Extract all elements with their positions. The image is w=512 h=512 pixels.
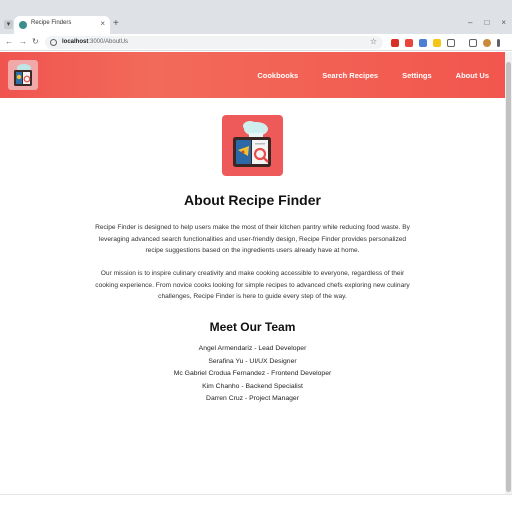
close-window-button[interactable]: × [501, 18, 506, 27]
url-host: localhost [62, 39, 89, 45]
team-member: Serafina Yu - UI/UX Designer [208, 357, 297, 365]
close-tab-icon[interactable]: × [100, 19, 105, 29]
team-title: Meet Our Team [209, 320, 296, 334]
download-icon[interactable] [469, 39, 477, 47]
about-title: About Recipe Finder [184, 192, 321, 208]
back-button[interactable]: ← [5, 37, 13, 47]
page-scrollbar[interactable] [505, 52, 512, 494]
team-member: Kim Chanho - Backend Specialist [202, 382, 303, 390]
team-member: Mc Gabriel Crodua Fernandez - Frontend D… [173, 370, 332, 377]
bottom-strip [0, 494, 512, 512]
about-paragraph-1: Recipe Finder is designed to help users … [95, 224, 410, 254]
extension-icon-4[interactable] [433, 39, 441, 47]
extension-icon-3[interactable] [419, 39, 427, 47]
nav-search-recipes[interactable]: Search Recipes [322, 71, 378, 80]
site-header: Cookbooks Search Recipes Settings About … [0, 52, 505, 98]
minimize-button[interactable]: – [468, 18, 472, 27]
tab-search-icon[interactable]: ▾ [4, 20, 13, 29]
extensions-puzzle-icon[interactable] [447, 39, 455, 47]
extension-icon-1[interactable] [391, 39, 399, 47]
nav-about-us[interactable]: About Us [456, 71, 489, 80]
nav-cookbooks[interactable]: Cookbooks [257, 71, 298, 80]
team-member: Angel Armendariz - Lead Developer [198, 345, 307, 352]
site-logo-icon[interactable] [8, 60, 38, 90]
nav-settings[interactable]: Settings [402, 71, 432, 80]
site-info-icon[interactable] [50, 39, 57, 46]
forward-button[interactable]: → [19, 37, 27, 47]
browser-toolbar: ← → ↻ localhost:3000/AboutUs ☆ [0, 34, 512, 51]
favicon-icon [19, 21, 27, 29]
maximize-button[interactable]: □ [484, 18, 489, 27]
tab-title: Recipe Finders [31, 20, 72, 26]
browser-menu-icon[interactable] [497, 39, 500, 47]
recipe-finder-logo-icon [222, 115, 283, 176]
main-nav: Cookbooks Search Recipes Settings About … [257, 71, 489, 80]
page-viewport: Cookbooks Search Recipes Settings About … [0, 52, 505, 494]
scrollbar-thumb[interactable] [506, 62, 511, 492]
about-paragraph-2: Our mission is to inspire culinary creat… [95, 270, 410, 300]
new-tab-button[interactable]: + [113, 18, 119, 30]
team-list: Angel Armendariz - Lead Developer Serafi… [0, 343, 505, 406]
browser-tab[interactable]: Recipe Finders × [14, 16, 110, 34]
url-text: localhost:3000/AboutUs [62, 39, 128, 45]
browser-tabbar: ▾ Recipe Finders × + – □ × [0, 0, 512, 34]
extension-icon-2[interactable] [405, 39, 413, 47]
bookmark-star-icon[interactable]: ☆ [370, 37, 377, 47]
site-logo-svg [14, 64, 32, 86]
window-controls: – □ × [468, 18, 506, 27]
address-bar[interactable]: localhost:3000/AboutUs ☆ [45, 36, 383, 49]
recipe-finder-logo-svg [233, 121, 271, 167]
url-path: :3000/AboutUs [88, 39, 129, 45]
team-member: Darren Cruz - Project Manager [206, 395, 299, 402]
profile-avatar[interactable] [483, 39, 491, 47]
reload-button[interactable]: ↻ [32, 37, 39, 47]
